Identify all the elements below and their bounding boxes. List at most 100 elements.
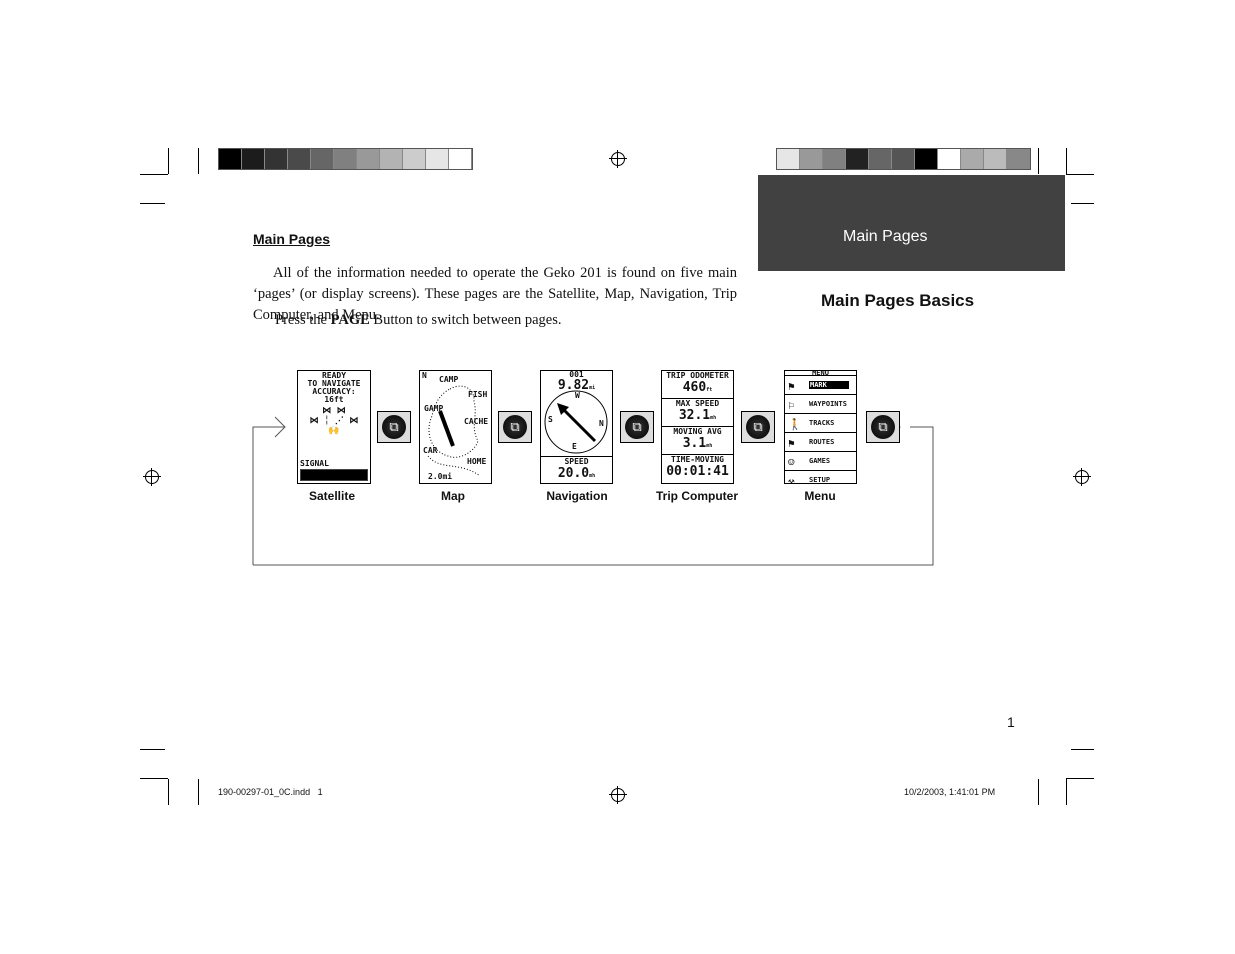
crop-mark (198, 779, 199, 805)
accuracy-value: 16ft (324, 395, 344, 404)
max-speed-field: MAX SPEED 32.1mh (662, 399, 733, 427)
route-flags-icon: ⚑ (788, 437, 795, 450)
tools-icon: ⚒ (788, 475, 795, 484)
crop-mark (1066, 779, 1067, 805)
field-unit: mh (710, 415, 717, 421)
registration-mark-icon (609, 150, 627, 168)
field-unit: mh (706, 443, 713, 449)
menu-item-waypoints: ⚐ WAYPOINTS (785, 395, 856, 414)
field-label: MAX SPEED (675, 399, 720, 408)
page-button-name: PAGE (330, 312, 370, 328)
field-value: 3.1 (682, 436, 707, 451)
footer-timestamp: 10/2/2003, 1:41:01 PM (904, 787, 996, 797)
crop-mark (168, 148, 169, 174)
page-heading: Main Pages (253, 231, 331, 247)
menu-item-label: SETUP (809, 476, 831, 484)
caption-satellite: Satellite (308, 489, 356, 503)
signal-bar (300, 469, 368, 481)
trip-odometer-field: TRIP ODOMETER 460ft (662, 371, 733, 399)
map-track (427, 385, 481, 477)
menu-item-label: WAYPOINTS (809, 400, 847, 408)
compass-s: S (548, 415, 553, 424)
menu-item-setup: ⚒ SETUP (785, 471, 856, 484)
speed-value: 20.0 (557, 466, 590, 481)
crop-mark (140, 174, 168, 175)
crop-mark (1066, 174, 1094, 175)
crop-mark (1071, 749, 1094, 750)
field-value: 00:01:41 (666, 464, 729, 479)
caption-menu: Menu (804, 489, 836, 503)
registration-mark-icon (609, 786, 627, 804)
menu-item-label: GAMES (809, 457, 831, 465)
mark-icon: ⚑ (788, 380, 795, 393)
page-button-icon: ⧉ (498, 411, 532, 443)
moving-avg-field: MOVING AVG 3.1mh (662, 427, 733, 455)
page-button-icon: ⧉ (620, 411, 654, 443)
page-button-icon: ⧉ (741, 411, 775, 443)
registration-mark-icon (1073, 468, 1091, 486)
crop-mark (140, 749, 165, 750)
instruction-text: Button to switch between pages. (369, 312, 562, 328)
speed-field: SPEED 20.0mh (541, 456, 612, 481)
satellite-screen: READY TO NAVIGATE ACCURACY: 16ft ⋈ ⋈ ⋈ ╎ … (297, 370, 371, 484)
north-indicator: N (422, 371, 427, 380)
page-button-icon: ⧉ (377, 411, 411, 443)
instruction-paragraph: Press the PAGE Button to switch between … (275, 312, 561, 329)
menu-item-label: ROUTES (809, 438, 835, 446)
section-tab: Main Pages (758, 175, 1065, 271)
map-label-cache: CACHE (464, 417, 489, 426)
games-icon: ☺ (788, 456, 795, 469)
crop-mark (1038, 779, 1039, 805)
speed-unit: mh (589, 473, 596, 479)
navigation-screen: 001 9.82mi W S N E SPEED 20.0mh (540, 370, 613, 484)
speed-label: SPEED (564, 457, 589, 466)
footer-filename: 190-00297-01_0C.indd 1 (218, 787, 323, 797)
crop-mark (1038, 148, 1039, 174)
crop-mark (168, 779, 169, 805)
menu-item-label: MARK (809, 381, 849, 389)
instruction-text: Press the (275, 312, 331, 328)
page-button-icon: ⧉ (866, 411, 900, 443)
color-bar-right (776, 148, 1031, 170)
crop-mark (198, 148, 199, 174)
trip-computer-screen: TRIP ODOMETER 460ft MAX SPEED 32.1mh MOVIN… (661, 370, 734, 484)
map-label-camp: CAMP (439, 375, 459, 384)
registration-mark-icon (143, 468, 161, 486)
menu-item-routes: ⚑ ROUTES (785, 433, 856, 452)
menu-item-mark: ⚑ MARK (785, 376, 856, 395)
map-scale: 2.0mi (428, 472, 453, 481)
walker-icon: 🚶 (788, 418, 802, 431)
map-label-home: HOME (467, 457, 487, 466)
field-unit: ft (706, 387, 713, 393)
waypoint-name: 001 (569, 370, 584, 379)
compass-n: N (599, 419, 604, 428)
menu-item-tracks: 🚶 TRACKS (785, 414, 856, 433)
menu-item-games: ☺ GAMES (785, 452, 856, 471)
field-label: TRIP ODOMETER (666, 371, 729, 380)
caption-navigation: Navigation (546, 489, 608, 503)
signal-label: SIGNAL (300, 459, 329, 468)
section-tab-label: Main Pages (843, 228, 928, 245)
menu-item-label: TRACKS (809, 419, 835, 427)
crop-mark (1066, 778, 1094, 779)
map-screen: N CAMP FISH GAMP CACHE CAR HOME 2.0mi (419, 370, 492, 484)
map-label-fish: FISH (468, 390, 488, 399)
map-label-car: CAR (423, 446, 438, 455)
satellite-sky-icon: ⋈ ⋈ ⋈ ╎ ⋰ ⋈ 🙌 (309, 406, 359, 436)
page-number: 1 (1007, 714, 1015, 730)
section-subtitle: Main Pages Basics (821, 291, 975, 310)
field-value: 32.1 (678, 408, 711, 423)
time-moving-field: TIME-MOVING 00:01:41 (662, 455, 733, 479)
crop-mark (1071, 203, 1094, 204)
field-label: MOVING AVG (673, 427, 722, 436)
menu-screen: MENU ⚑ MARK ⚐ WAYPOINTS 🚶 TRACKS ⚑ ROUTES ☺ G… (784, 370, 857, 484)
caption-map: Map (441, 489, 465, 503)
caption-trip-computer: Trip Computer (655, 489, 739, 503)
map-label-gamp: GAMP (424, 404, 444, 413)
color-bar-left (218, 148, 473, 170)
field-label: TIME-MOVING (671, 455, 724, 464)
crop-mark (140, 778, 168, 779)
compass-e: E (572, 442, 577, 451)
crop-mark (1066, 148, 1067, 174)
crop-mark (140, 203, 165, 204)
